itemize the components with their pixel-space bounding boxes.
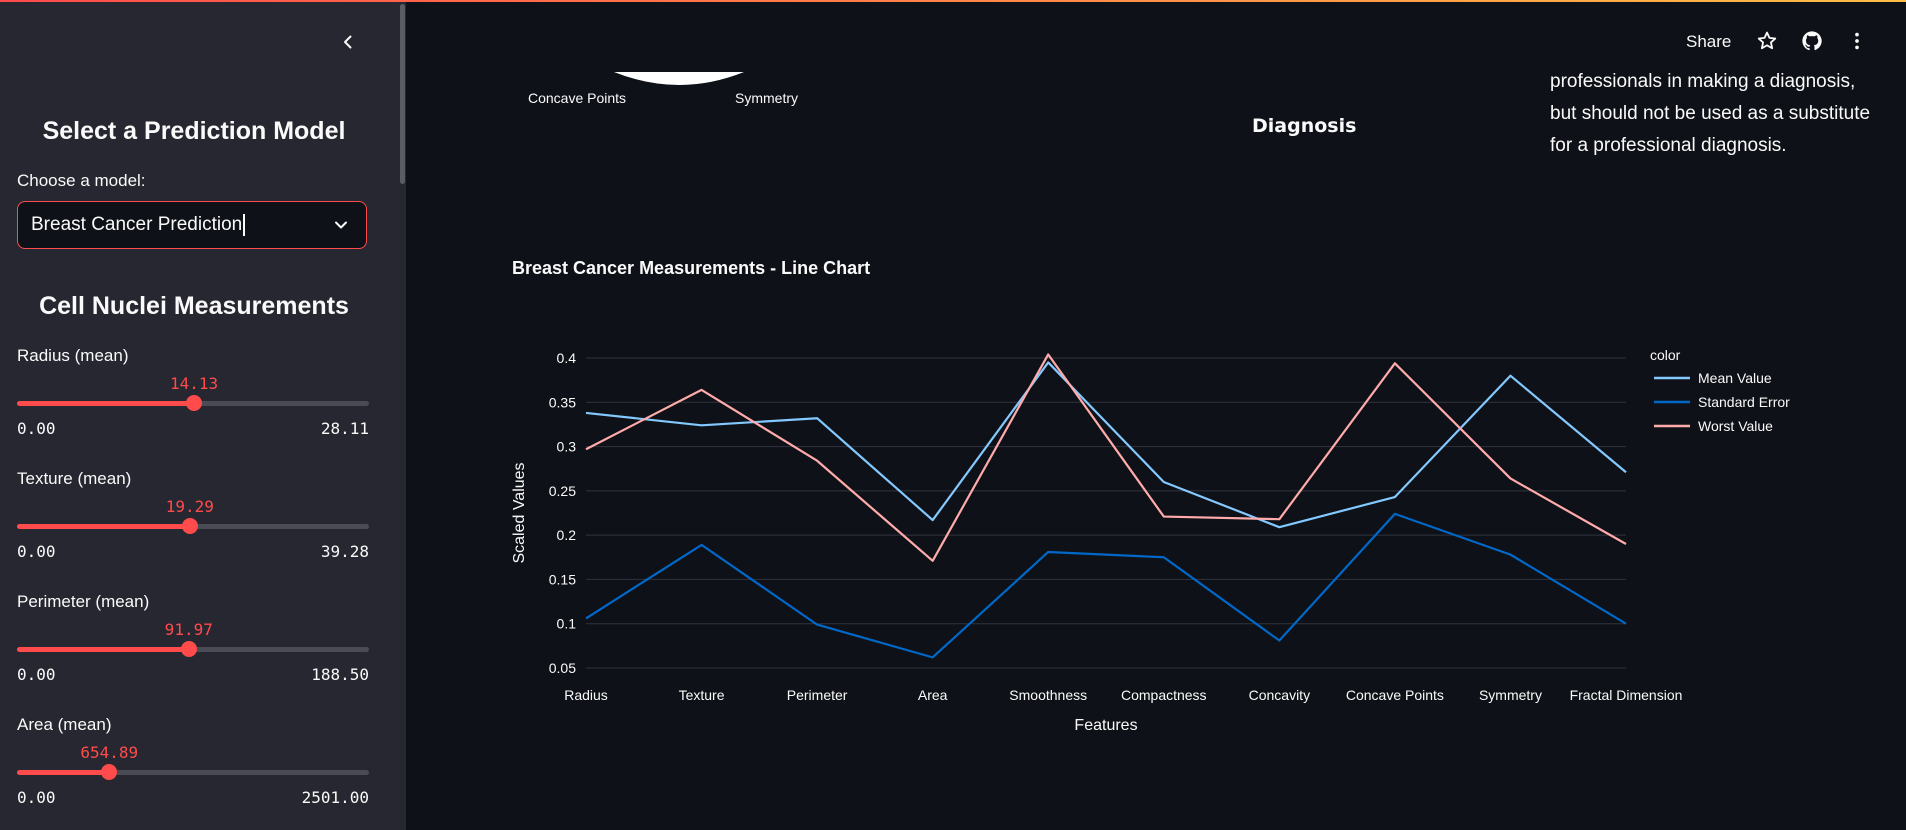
y-tick-label: 0.15: [549, 571, 576, 587]
favorite-button[interactable]: [1756, 30, 1778, 52]
slider-value: 19.29: [165, 497, 214, 516]
slider-label: Area (mean): [17, 715, 112, 734]
x-tick-label: Fractal Dimension: [1570, 687, 1683, 703]
series-line: [585, 361, 1627, 529]
slider-min: 0.00: [17, 665, 56, 684]
y-tick-label: 0.05: [549, 660, 576, 676]
collapse-sidebar-button[interactable]: [336, 30, 360, 54]
x-tick-label: Radius: [564, 687, 608, 703]
slider-area: Area (mean) 654.89 0.00 2501.00: [17, 715, 369, 830]
slider-track[interactable]: [17, 764, 369, 780]
slider-thumb[interactable]: [181, 518, 198, 534]
radar-chart-fragment: [614, 72, 744, 85]
github-icon: [1802, 31, 1822, 51]
y-tick-label: 0.35: [549, 394, 576, 410]
x-tick-label: Compactness: [1121, 687, 1207, 703]
more-vertical-icon: [1855, 32, 1859, 50]
main-menu-button[interactable]: [1846, 30, 1868, 52]
slider-min: 0.00: [17, 419, 56, 438]
slider-thumb[interactable]: [186, 395, 203, 411]
slider-track[interactable]: [17, 641, 369, 657]
model-select-value[interactable]: Breast Cancer Prediction: [31, 214, 246, 236]
legend-entry: Mean Value: [1698, 370, 1772, 386]
x-tick-label: Concavity: [1249, 687, 1310, 703]
radar-axis-label: Symmetry: [735, 90, 798, 106]
slider-perimeter: Perimeter (mean) 91.97 0.00 188.50: [17, 592, 369, 716]
y-tick-label: 0.3: [557, 439, 577, 455]
sidebar: Select a Prediction Model Choose a model…: [0, 0, 406, 830]
legend-entry: Worst Value: [1698, 418, 1773, 434]
legend-entry: Standard Error: [1698, 394, 1790, 410]
share-button[interactable]: Share: [1686, 32, 1731, 52]
slider-fill: [17, 647, 189, 652]
x-tick-label: Area: [918, 687, 948, 703]
chevron-left-icon: [344, 35, 352, 49]
slider-radius: Radius (mean) 14.13 0.00 28.11: [17, 346, 369, 470]
y-tick-label: 0.25: [549, 483, 576, 499]
measurements-heading: Cell Nuclei Measurements: [39, 292, 349, 320]
diagnosis-title: Diagnosis: [1252, 115, 1357, 137]
line-chart: 0.05 0.1 0.15 0.2 0.25 0.3 0.35 0.4 Radius Textur…: [511, 347, 1790, 734]
star-icon: [1757, 31, 1777, 50]
slider-min: 0.00: [17, 542, 56, 561]
slider-track[interactable]: [17, 395, 369, 411]
model-select[interactable]: Breast Cancer Prediction: [17, 201, 367, 249]
y-tick-label: 0.1: [557, 616, 577, 632]
slider-thumb[interactable]: [101, 764, 118, 780]
slider-label: Perimeter (mean): [17, 592, 150, 611]
slider-max: 188.50: [311, 665, 369, 684]
slider-value: 654.89: [80, 743, 139, 762]
slider-max: 2501.00: [301, 788, 369, 807]
disclaimer-text: professionals in making a diagnosis, but…: [1550, 71, 1871, 156]
sidebar-scrollbar[interactable]: [400, 4, 405, 184]
slider-label: Radius (mean): [17, 346, 129, 365]
slider-max: 28.11: [320, 419, 369, 438]
slider-label: Texture (mean): [17, 469, 132, 488]
github-button[interactable]: [1801, 30, 1823, 52]
series-line: [585, 353, 1627, 562]
x-tick-label: Perimeter: [787, 687, 848, 703]
legend-title: color: [1650, 347, 1681, 363]
slider-value: 14.13: [169, 374, 219, 393]
slider-texture: Texture (mean) 19.29 0.00 39.28: [17, 469, 369, 593]
x-tick-label: Texture: [679, 687, 725, 703]
slider-fill: [17, 401, 195, 406]
slider-max: 39.28: [320, 542, 369, 561]
slider-fill: [17, 770, 110, 775]
x-tick-label: Concave Points: [1346, 687, 1444, 703]
slider-track[interactable]: [17, 518, 369, 534]
model-label: Choose a model:: [17, 171, 146, 190]
chart-title: Breast Cancer Measurements - Line Chart: [512, 258, 871, 278]
radar-axis-label: Concave Points: [528, 90, 627, 106]
x-tick-label: Smoothness: [1009, 687, 1087, 703]
y-axis-label: Scaled Values: [511, 462, 528, 563]
slider-value: 91.97: [164, 620, 213, 639]
slider-thumb[interactable]: [180, 641, 197, 657]
y-tick-label: 0.2: [557, 527, 577, 543]
slider-fill: [17, 524, 190, 529]
x-axis-label: Features: [1074, 717, 1137, 734]
x-tick-label: Symmetry: [1479, 687, 1542, 703]
top-decoration-bar: [0, 0, 1906, 2]
chevron-down-icon: [335, 221, 347, 229]
y-tick-label: 0.4: [557, 350, 577, 366]
slider-min: 0.00: [17, 788, 56, 807]
model-heading: Select a Prediction Model: [42, 117, 346, 145]
